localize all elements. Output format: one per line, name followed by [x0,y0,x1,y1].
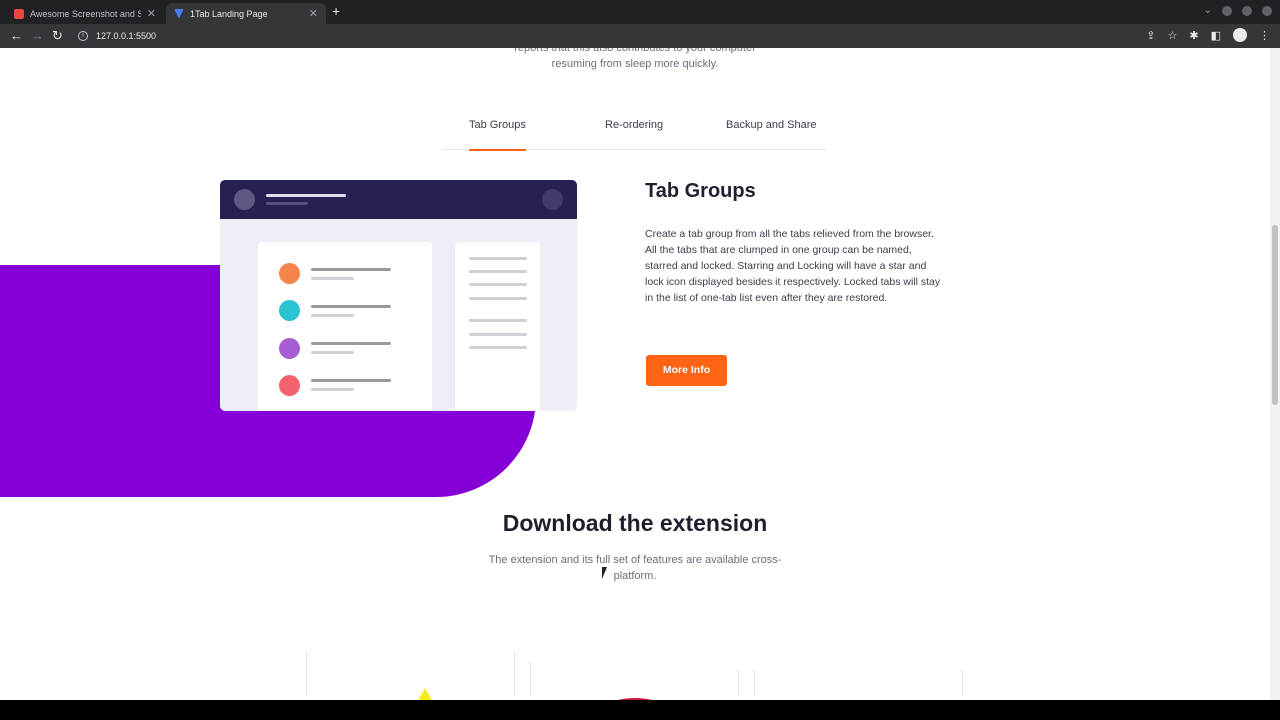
tab-re-ordering[interactable]: Re-ordering [605,119,663,131]
extensions-puzzle-icon[interactable]: ✱ [1189,29,1198,42]
illustration-line [469,270,527,273]
illustration-line [311,342,391,345]
browser-toolbar: ← → ↻ i 127.0.0.1:5500 ⇪ ☆ ✱ ◧ ⋮ [0,24,1280,48]
browser-tab-bar: Awesome Screenshot and Sc ✕ 1Tab Landing… [0,0,1280,24]
close-tab-icon[interactable]: ✕ [147,7,156,20]
illustration-line [311,388,354,391]
site-info-icon[interactable]: i [78,31,88,41]
menu-kebab-icon[interactable]: ⋮ [1259,29,1270,42]
screenshot-favicon-icon [14,8,24,19]
illustration-line [469,257,527,260]
purple-dot [279,338,300,359]
feature-tabs: Tab Groups Re-ordering Backup and Share [442,112,826,151]
feature-title: Tab Groups [645,180,756,202]
browser-tab-screenshot[interactable]: Awesome Screenshot and Sc ✕ [6,3,164,24]
intro-line-2: resuming from sleep more quickly. [551,58,719,70]
page-scrollbar[interactable] [1270,48,1280,700]
tab-groups-illustration [220,180,577,411]
address-bar[interactable]: i 127.0.0.1:5500 [70,27,1140,45]
illustration-line [311,268,391,271]
tab-tab-groups[interactable]: Tab Groups [469,119,526,151]
toolbar-actions: ⇪ ☆ ✱ ◧ ⋮ [1146,28,1270,42]
taskbar-strip [0,700,1280,720]
intro-text: reports that this also contributes to yo… [0,48,1270,72]
illustration-header [220,180,577,219]
side-panel-icon[interactable]: ◧ [1211,29,1221,42]
tab-search-icon[interactable]: ⌄ [1204,5,1212,16]
maximize-icon[interactable] [1242,5,1252,16]
reload-icon[interactable]: ↻ [52,28,63,44]
decorative-line [306,652,307,696]
new-tab-button[interactable]: + [332,3,340,19]
illustration-line [469,297,527,300]
download-description: The extension and its full set of featur… [488,554,782,582]
illustration-line [311,305,391,308]
scrollbar-thumb[interactable] [1272,225,1278,405]
orange-dot [279,263,300,284]
back-icon[interactable]: ← [10,28,23,44]
window-controls: ⌄ [1204,5,1272,16]
share-icon[interactable]: ⇪ [1146,29,1155,42]
yellow-triangle-shape [416,688,434,700]
browser-tab-title: Awesome Screenshot and Sc [30,8,141,19]
illustration-line [311,379,391,382]
decorative-line [754,670,755,696]
illustration-line [469,346,527,349]
illustration-avatar [234,189,255,210]
decorative-line [738,670,739,696]
illustration-line [266,194,346,197]
forward-icon[interactable]: → [31,28,44,44]
illustration-line [311,314,354,317]
landing-favicon-icon [174,8,184,19]
page-content: reports that this also contributes to yo… [0,48,1270,700]
illustration-list-card [258,242,432,411]
red-dot [279,375,300,396]
download-title: Download the extension [502,510,768,536]
profile-avatar[interactable] [1233,28,1247,42]
decorative-line [514,652,515,696]
teal-dot [279,300,300,321]
browser-tab-landing[interactable]: 1Tab Landing Page ✕ [166,3,326,24]
illustration-line [469,333,527,336]
bookmark-star-icon[interactable]: ☆ [1168,29,1178,42]
close-window-icon[interactable] [1262,5,1272,16]
illustration-line [469,319,527,322]
illustration-line [311,277,354,280]
illustration-avatar [542,189,563,210]
illustration-line [469,283,527,286]
tab-backup-and-share[interactable]: Backup and Share [726,119,817,131]
minimize-icon[interactable] [1222,5,1232,16]
illustration-side-card [455,242,540,411]
intro-line-1: reports that this also contributes to yo… [514,48,756,54]
illustration-line [266,202,308,205]
close-tab-icon[interactable]: ✕ [309,7,318,20]
url-text: 127.0.0.1:5500 [96,31,157,41]
more-info-button[interactable]: More Info [646,355,727,386]
decorative-line [962,670,963,696]
decorative-line [530,662,531,696]
browser-tab-title: 1Tab Landing Page [190,8,268,19]
mouse-cursor-icon [602,567,612,579]
feature-description: Create a tab group from all the tabs rel… [645,228,941,304]
illustration-line [311,351,354,354]
